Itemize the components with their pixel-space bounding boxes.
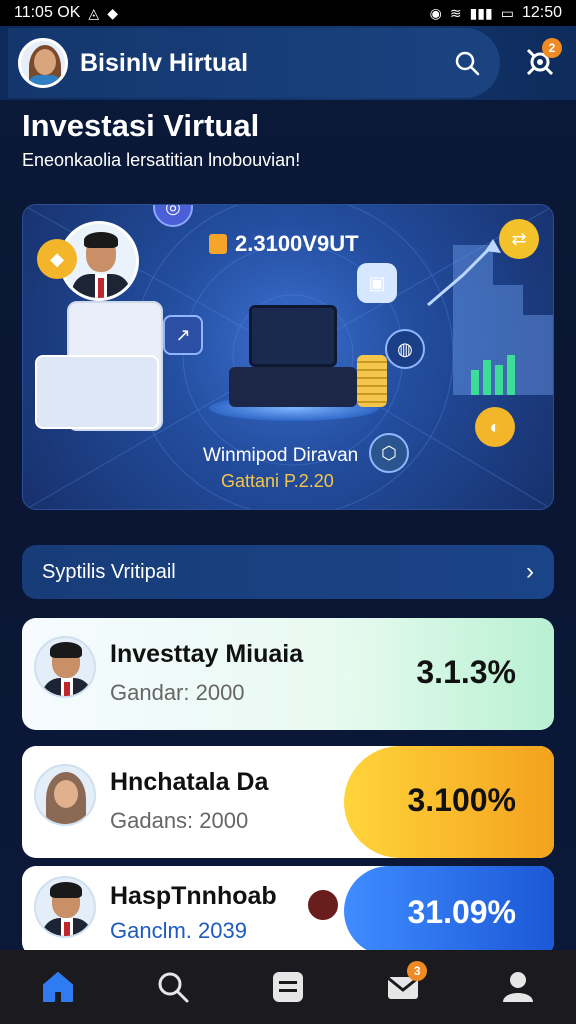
bottom-nav: 3 [0,950,576,1024]
page-title: Investasi Virtual [22,108,260,143]
investment-rate: 3.100% [407,782,516,818]
page-subtitle: Eneonkaolia lersatitian lnobouvian! [22,150,301,170]
wifi-icon: ≋ [449,4,462,21]
status-bar: 11:05 OK ◬ ◆ ◉ ≋ ▮▮▮ ▭ 12:50 [0,0,576,26]
chart-icon: ↗ [163,315,203,355]
investment-card[interactable]: Investtay Miuaia Gandar: 2000 3.1.3% [22,618,554,730]
hero-caption: Winmipod Diravan [203,445,359,466]
home-icon [42,972,73,1002]
chevron-right-icon: › [526,558,534,585]
search-icon [158,972,189,1003]
battery-icon: ▭ [500,4,514,21]
investment-name: HaspTnnhoab [110,882,277,910]
search-icon [455,51,480,76]
status-time: 11:05 OK [14,4,81,21]
investment-name: Hnchatala Da [110,768,269,796]
mail-badge: 3 [407,961,428,981]
investment-card[interactable]: Hnchatala Da Gadans: 2000 3.100% [22,746,554,858]
nav-messages[interactable]: 3 [375,959,431,1015]
investment-rate: 3.1.3% [416,654,516,690]
avatar [34,876,96,938]
investment-sub: Gandar: 2000 [110,680,245,705]
notification-badge: 2 [542,38,562,58]
lightbulb-icon: ◆ [37,239,77,279]
profile-card-illustration [35,355,159,429]
avatar [34,636,96,698]
app-header: Bisinlv Hirtual 2 [0,26,576,100]
search-button[interactable] [448,44,486,82]
alarm-icon: ◉ [429,4,442,21]
lock-icon: ▣ [357,263,397,303]
location-icon: ◆ [107,4,118,21]
globe-icon: ◍ [385,329,425,369]
section-header[interactable]: Syptilis Vritipail › [22,545,554,599]
nav-home[interactable] [30,959,86,1015]
section-label: Syptilis Vritipail [42,560,176,583]
nav-search[interactable] [145,959,201,1015]
shield-icon: ⬡ [369,433,409,473]
status-clock: 12:50 [521,4,562,21]
signal-icon: ▮▮▮ [469,4,493,21]
network-button[interactable]: 2 [520,38,562,82]
laptop-illustration [229,305,359,407]
app-title: Bisinlv Hirtual [80,48,249,77]
cast-icon: ◬ [88,4,100,21]
nav-profile[interactable] [490,959,546,1015]
location-pin-icon [306,888,340,922]
wallet-icon [209,234,227,254]
nav-menu[interactable] [260,959,316,1015]
investment-card[interactable]: HaspTnnhoab Ganclm. 2039 31.09% [22,866,554,956]
investment-rate: 31.09% [407,894,516,930]
investment-name: Investtay Miuaia [110,640,304,668]
avatar [34,764,96,826]
exchange-icon: ⇄ [499,219,539,259]
hero-banner[interactable]: 2.3100V9UT ◎ ◆ ▣ ◍ ↗ ⇄ ◐ ⬡ Winmipod Dira… [22,204,554,510]
hero-caption-sub: Gattani P.2.20 [221,471,334,491]
profile-icon [503,972,534,1002]
investment-sub: Ganclm. 2039 [110,918,247,943]
avatar[interactable] [18,38,68,88]
hero-stat-value: 2.3100V9UT [235,231,359,256]
coins-icon [357,355,387,407]
hero-stat: 2.3100V9UT [209,231,359,257]
coin-icon: ◐ [475,407,515,447]
menu-icon [272,972,303,1002]
investment-sub: Gadans: 2000 [110,808,249,833]
